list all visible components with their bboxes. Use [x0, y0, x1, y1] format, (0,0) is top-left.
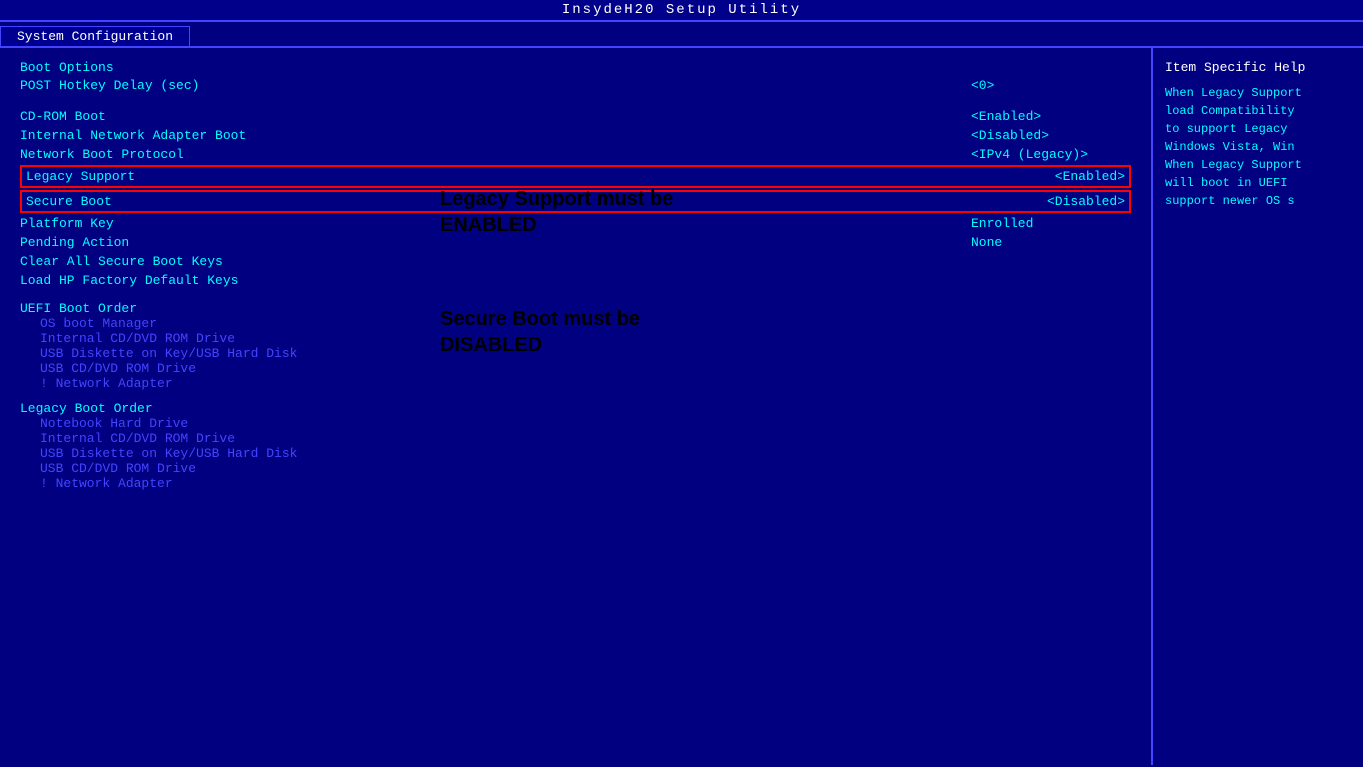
cdrom-boot-value: <Enabled> [971, 109, 1131, 124]
help-panel: Item Specific Help When Legacy Support l… [1153, 48, 1363, 765]
help-line-4: Windows Vista, Win [1165, 138, 1351, 156]
legacy-item-4[interactable]: USB CD/DVD ROM Drive [20, 461, 1131, 476]
network-boot-protocol-row[interactable]: Network Boot Protocol <IPv4 (Legacy)> [20, 146, 1131, 163]
uefi-item-3[interactable]: USB Diskette on Key/USB Hard Disk [20, 346, 1131, 361]
legacy-boot-order-label: Legacy Boot Order [20, 401, 1131, 416]
pending-action-label: Pending Action [20, 235, 129, 250]
load-hp-keys-row[interactable]: Load HP Factory Default Keys [20, 272, 1131, 289]
uefi-boot-order-label: UEFI Boot Order [20, 301, 1131, 316]
post-hotkey-row: POST Hotkey Delay (sec) <0> [20, 77, 1131, 94]
legacy-item-2[interactable]: Internal CD/DVD ROM Drive [20, 431, 1131, 446]
cdrom-boot-row[interactable]: CD-ROM Boot <Enabled> [20, 108, 1131, 125]
clear-keys-row[interactable]: Clear All Secure Boot Keys [20, 253, 1131, 270]
network-boot-value: <IPv4 (Legacy)> [971, 147, 1131, 162]
legacy-support-row[interactable]: Legacy Support <Enabled> [20, 165, 1131, 188]
platform-key-label: Platform Key [20, 216, 114, 231]
legacy-support-value: <Enabled> [1055, 169, 1125, 184]
main-layout: Boot Options POST Hotkey Delay (sec) <0>… [0, 48, 1363, 765]
help-panel-title: Item Specific Help [1165, 58, 1351, 78]
legacy-item-3[interactable]: USB Diskette on Key/USB Hard Disk [20, 446, 1131, 461]
platform-key-value: Enrolled [971, 216, 1131, 231]
boot-options-label: Boot Options [20, 60, 1131, 75]
legacy-item-5[interactable]: ! Network Adapter [20, 476, 1131, 491]
post-hotkey-value: <0> [971, 78, 1131, 93]
load-hp-keys-label: Load HP Factory Default Keys [20, 273, 238, 288]
uefi-item-4[interactable]: USB CD/DVD ROM Drive [20, 361, 1131, 376]
tab-system-configuration[interactable]: System Configuration [0, 26, 190, 46]
internal-network-boot-row[interactable]: Internal Network Adapter Boot <Disabled> [20, 127, 1131, 144]
internal-network-label: Internal Network Adapter Boot [20, 128, 246, 143]
tab-bar: System Configuration [0, 22, 1363, 48]
uefi-item-2[interactable]: Internal CD/DVD ROM Drive [20, 331, 1131, 346]
post-hotkey-label: POST Hotkey Delay (sec) [20, 78, 199, 93]
network-boot-label: Network Boot Protocol [20, 147, 184, 162]
legacy-item-1[interactable]: Notebook Hard Drive [20, 416, 1131, 431]
secure-boot-label: Secure Boot [26, 194, 112, 209]
content-area: Boot Options POST Hotkey Delay (sec) <0>… [0, 48, 1153, 765]
help-line-7: support newer OS s [1165, 192, 1351, 210]
pending-action-value: None [971, 235, 1131, 250]
help-line-2: load Compatibility [1165, 102, 1351, 120]
internal-network-value: <Disabled> [971, 128, 1131, 143]
pending-action-row[interactable]: Pending Action None [20, 234, 1131, 251]
clear-keys-label: Clear All Secure Boot Keys [20, 254, 223, 269]
help-line-1: When Legacy Support [1165, 84, 1351, 102]
secure-boot-row[interactable]: Secure Boot <Disabled> [20, 190, 1131, 213]
uefi-item-5[interactable]: ! Network Adapter [20, 376, 1131, 391]
help-line-5: When Legacy Support [1165, 156, 1351, 174]
help-line-6: will boot in UEFI [1165, 174, 1351, 192]
uefi-item-1[interactable]: OS boot Manager [20, 316, 1131, 331]
top-bar: InsydeH20 Setup Utility [0, 0, 1363, 22]
secure-boot-value: <Disabled> [1047, 194, 1125, 209]
cdrom-boot-label: CD-ROM Boot [20, 109, 106, 124]
help-line-3: to support Legacy [1165, 120, 1351, 138]
app-title: InsydeH20 Setup Utility [562, 2, 801, 18]
legacy-support-label: Legacy Support [26, 169, 135, 184]
platform-key-row[interactable]: Platform Key Enrolled [20, 215, 1131, 232]
